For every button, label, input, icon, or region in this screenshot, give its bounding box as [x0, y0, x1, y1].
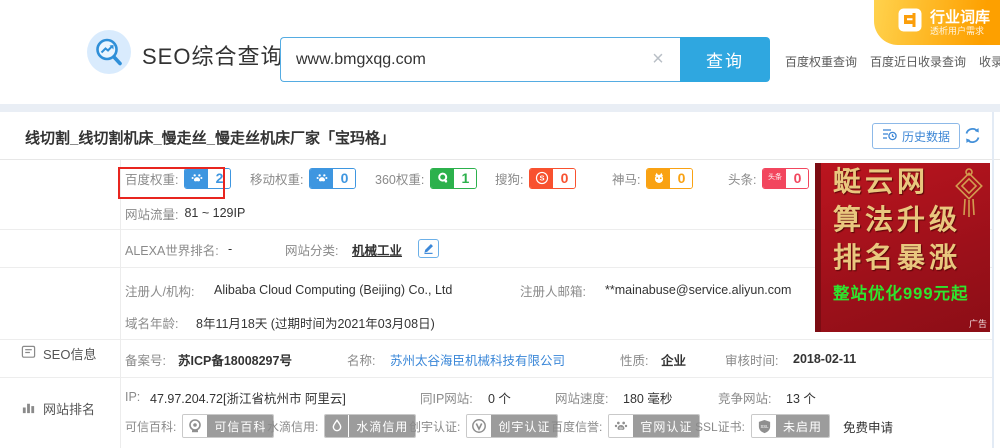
free-apply-link[interactable]: 免费申请 [843, 417, 893, 436]
trust-ssl: SSL证书: SSL 未启用 [695, 414, 831, 438]
top-nav: 百度权重查询 百度近日收录查询 收录查询 [785, 53, 1000, 70]
lexicon-book-icon [898, 8, 922, 37]
svg-text:SSL: SSL [760, 424, 769, 429]
ad-banner[interactable]: 蜓云网 算法升级 排名暴涨 整站优化999元起 广告 [815, 163, 990, 332]
scrollbar-track[interactable] [992, 112, 994, 448]
chuangyu-badge[interactable]: 创宇认证 [466, 414, 559, 438]
registrant-email: **mainabuse@service.aliyun.com [605, 283, 792, 297]
icp-audit-date: 2018-02-11 [793, 352, 857, 366]
ssl-badge[interactable]: SSL 未启用 [751, 414, 831, 438]
search-button[interactable]: 查询 [680, 37, 770, 82]
registrant-value: Alibaba Cloud Computing (Beijing) Co., L… [214, 283, 453, 297]
header: SEO综合查询 × 查询 百度权重查询 百度近日收录查询 收录查询 行业词库 透… [0, 0, 1000, 104]
icp-row: 备案号: 苏ICP备18008297号 名称: 苏州太谷海臣机械科技有限公司 性… [0, 347, 992, 371]
chinese-knot-icon [954, 167, 984, 224]
logo[interactable]: SEO综合查询 [86, 29, 283, 80]
site-title: 线切割_线切割机床_慢走丝_慢走丝机床厂家「宝玛格」 [25, 130, 396, 147]
history-list-clock-icon [882, 128, 897, 144]
industry-lexicon-ribbon[interactable]: 行业词库 透析用户需求 [874, 0, 1000, 45]
baidu-paw-icon [185, 168, 209, 188]
trust-encyclopedia: 可信百科: 可信百科 [125, 414, 275, 438]
nav-index-query-link[interactable]: 收录查询 [979, 53, 1000, 70]
nav-baidu-recent-index-link[interactable]: 百度近日收录查询 [870, 53, 966, 70]
result-title-bar: 线切割_线切割机床_慢走丝_慢走丝机床厂家「宝玛格」 历史数据 [0, 112, 1000, 160]
v-circle-icon [467, 415, 492, 437]
search-bar: × 查询 [280, 37, 770, 82]
svg-text:du: du [619, 426, 623, 430]
toutiao-logo-icon: 头条 [763, 168, 787, 188]
nav-baidu-weight-link[interactable]: 百度权重查询 [785, 53, 857, 70]
shuidi-badge[interactable]: 水滴信用 [324, 414, 417, 438]
competitor-count: 13 个 [786, 391, 816, 406]
logo-magnifier-icon [86, 29, 132, 80]
sogou-s-icon: S [530, 168, 554, 188]
icp-nature: 企业 [661, 353, 687, 368]
history-data-button[interactable]: 历史数据 [872, 123, 961, 149]
seo-query-page: SEO综合查询 × 查询 百度权重查询 百度近日收录查询 收录查询 行业词库 透… [0, 0, 1000, 448]
360-weight[interactable]: 360权重: 1 [375, 165, 478, 191]
ad-line-3: 排名暴涨 [833, 241, 962, 274]
same-ip-count: 0 个 [488, 391, 511, 406]
ad-tag-label: 广告 [968, 319, 987, 329]
shenma-owl-icon [647, 168, 671, 188]
water-droplet-icon [325, 415, 350, 437]
toutiao-weight[interactable]: 头条: 头条 0 [728, 165, 810, 191]
baidu-official-badge[interactable]: du 官网认证 [608, 414, 701, 438]
edit-category-button[interactable] [418, 239, 439, 258]
ssl-shield-icon: SSL [752, 415, 777, 437]
clear-input-icon[interactable]: × [648, 49, 668, 70]
header-divider-strip [0, 104, 1000, 112]
ip-value: 47.97.204.72[浙江省杭州市 阿里云] [150, 391, 346, 406]
360-ring-icon [431, 168, 455, 188]
company-name-link[interactable]: 苏州太谷海臣机械科技有限公司 [390, 350, 565, 369]
search-input[interactable] [280, 37, 680, 82]
trust-row: 可信百科: 可信百科 水滴信用: 水滴信用 创宇认证: 创宇认证 百度信誉: d… [0, 413, 992, 439]
trust-shuidi: 水滴信用: 水滴信用 [267, 414, 417, 438]
trust-chuangyu: 创宇认证: 创宇认证 [409, 414, 559, 438]
icp-number: 苏ICP备18008297号 [178, 353, 292, 368]
svg-text:S: S [539, 174, 544, 183]
ribbon-title: 行业词库 [930, 8, 991, 26]
ribbon-subtitle: 透析用户需求 [930, 25, 985, 36]
ad-promo-text: 整站优化999元起 [833, 285, 969, 303]
baidu-weight[interactable]: 百度权重: 2 [125, 165, 232, 191]
baidu-paw-icon: du [609, 415, 634, 437]
baidu-paw-icon [310, 168, 334, 188]
trust-baidu-reputation: 百度信誉: du 官网认证 [551, 414, 701, 438]
domain-age-value: 8年11月18天 (过期时间为2021年03月08日) [196, 316, 435, 331]
encyclopedia-badge[interactable]: 可信百科 [182, 414, 275, 438]
site-speed: 180 毫秒 [623, 391, 673, 406]
traffic-row: 网站流量: 81 ~ 129IP [125, 206, 246, 222]
alexa-value: - [228, 242, 233, 256]
mobile-weight[interactable]: 移动权重: 0 [250, 165, 357, 191]
ip-row: IP: 47.97.204.72[浙江省杭州市 阿里云] 同IP网站: 0 个 … [0, 385, 992, 409]
shenma-weight[interactable]: 神马: 0 [612, 165, 694, 191]
refresh-icon[interactable] [963, 126, 982, 150]
domain-age-row: 域名年龄: 8年11月18天 (过期时间为2021年03月08日) [0, 310, 800, 334]
site-category-link[interactable]: 机械工业 [352, 240, 402, 259]
sogou-weight[interactable]: 搜狗: S0 [495, 165, 577, 191]
logo-text: SEO综合查询 [142, 43, 284, 69]
result-content: SEO信息 网站排名 域名信息 备案信息 网站信息 百度权重: 2 移动权重: [0, 112, 1000, 448]
alexa-row: ALEXA世界排名: - 网站分类: 机械工业 [0, 237, 800, 261]
encyclopedia-emblem-icon [183, 415, 208, 437]
